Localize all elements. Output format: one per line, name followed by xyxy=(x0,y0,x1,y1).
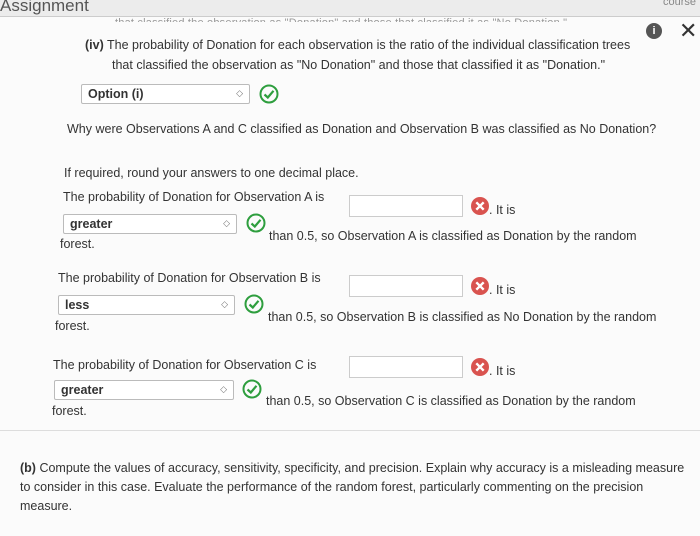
incorrect-x-icon xyxy=(471,277,489,295)
correct-check-icon xyxy=(242,379,262,399)
correct-check-icon xyxy=(244,294,264,314)
obs-b-forest: forest. xyxy=(55,319,90,333)
obs-a-probability-input[interactable] xyxy=(349,195,463,217)
obs-a-select-value: greater xyxy=(70,217,113,231)
chevron-updown-icon: ◇ xyxy=(221,299,228,309)
obs-b-it-is: . It is xyxy=(489,283,516,297)
obs-c-prefix: The probability of Donation for Observat… xyxy=(53,358,317,372)
obs-b-prefix: The probability of Donation for Observat… xyxy=(58,271,321,285)
incorrect-x-icon xyxy=(471,197,489,215)
chevron-updown-icon: ◇ xyxy=(223,218,230,228)
obs-c-probability-input[interactable] xyxy=(349,356,463,378)
correct-check-icon xyxy=(246,213,266,233)
course-link[interactable]: course xyxy=(663,0,696,8)
obs-b-probability-input[interactable] xyxy=(349,275,463,297)
close-icon[interactable]: ✕ xyxy=(679,20,697,42)
part-iv-select[interactable]: Option (i) ◇ xyxy=(81,84,250,104)
info-icon[interactable]: i xyxy=(646,23,662,39)
obs-c-select[interactable]: greater ◇ xyxy=(54,380,234,400)
obs-a-prefix: The probability of Donation for Observat… xyxy=(63,190,325,204)
obs-c-select-value: greater xyxy=(61,383,104,397)
obs-b-select[interactable]: less ◇ xyxy=(58,295,235,315)
part-iv-line1: (iv) The probability of Donation for eac… xyxy=(85,38,630,52)
incorrect-x-icon xyxy=(471,358,489,376)
section-divider xyxy=(0,430,700,431)
part-iv-line2: that classified the observation as "No D… xyxy=(112,58,606,72)
part-b-label: (b) xyxy=(20,461,36,475)
chevron-updown-icon: ◇ xyxy=(236,88,243,98)
obs-a-forest: forest. xyxy=(60,237,95,251)
obs-a-it-is: . It is xyxy=(489,203,516,217)
part-iv-text1: The probability of Donation for each obs… xyxy=(107,38,631,52)
clipped-previous-line: that classified the observation as "Dona… xyxy=(115,12,567,22)
obs-c-forest: forest. xyxy=(52,404,87,418)
question-text: Why were Observations A and C classified… xyxy=(67,122,657,136)
obs-c-suffix: than 0.5, so Observation C is classified… xyxy=(266,394,636,408)
obs-b-suffix: than 0.5, so Observation B is classified… xyxy=(268,310,657,324)
obs-a-select[interactable]: greater ◇ xyxy=(63,214,237,234)
part-b-question: (b) Compute the values of accuracy, sens… xyxy=(20,459,690,516)
part-iv-label: (iv) xyxy=(85,38,104,52)
round-note: If required, round your answers to one d… xyxy=(64,166,359,180)
chevron-updown-icon: ◇ xyxy=(220,384,227,394)
correct-check-icon xyxy=(259,84,279,104)
part-b-text: Compute the values of accuracy, sensitiv… xyxy=(20,461,685,513)
obs-a-suffix: than 0.5, so Observation A is classified… xyxy=(269,229,637,243)
part-iv-select-value: Option (i) xyxy=(88,87,144,101)
obs-c-it-is: . It is xyxy=(489,364,516,378)
obs-b-select-value: less xyxy=(65,298,90,312)
assignment-title: Assignment xyxy=(0,0,89,15)
